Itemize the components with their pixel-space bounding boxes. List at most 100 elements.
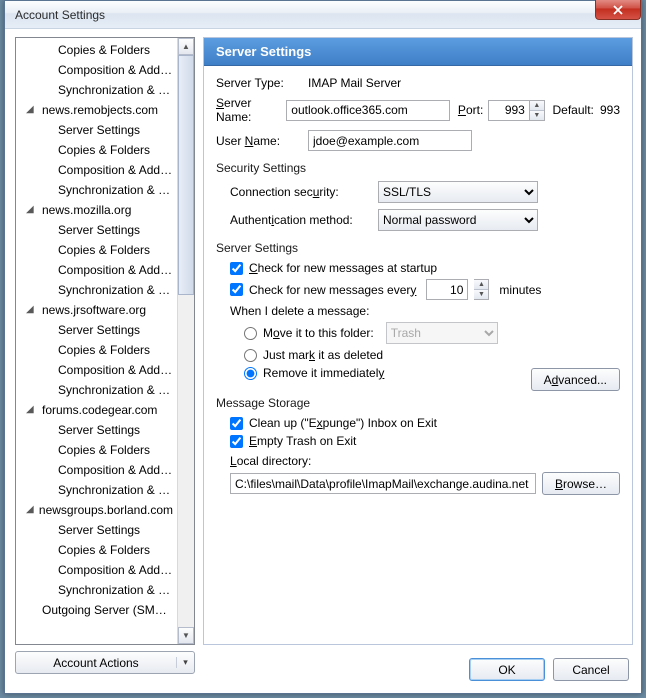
remove-immediately-radio[interactable] <box>244 367 257 380</box>
auth-method-select[interactable]: Normal password <box>378 209 538 231</box>
account-actions-button[interactable]: Account Actions ▾ <box>15 651 195 674</box>
tree-item[interactable]: Composition & Addres... <box>16 560 177 580</box>
tree-item[interactable]: Server Settings <box>16 120 177 140</box>
expunge-checkbox[interactable] <box>230 417 243 430</box>
just-mark-label: Just mark it as deleted <box>263 348 383 362</box>
content-area: Copies & FoldersComposition & Addres...S… <box>5 29 641 693</box>
port-input[interactable] <box>488 100 530 121</box>
tree-item-label: news.mozilla.org <box>42 200 131 220</box>
tree-item[interactable]: Copies & Folders <box>16 40 177 60</box>
tree-item[interactable]: Synchronization & Stor... <box>16 580 177 600</box>
tree-item[interactable]: Copies & Folders <box>16 540 177 560</box>
tree-account-item[interactable]: ◢news.mozilla.org <box>16 200 177 220</box>
tree-item[interactable]: Composition & Addres... <box>16 260 177 280</box>
chevron-down-icon: ▾ <box>176 657 194 668</box>
tree-item-label: news.jrsoftware.org <box>42 300 146 320</box>
accounts-tree[interactable]: Copies & FoldersComposition & Addres...S… <box>16 38 177 644</box>
default-port-value: 993 <box>600 103 620 117</box>
tree-item[interactable]: Synchronization & Stor... <box>16 480 177 500</box>
empty-trash-label: Empty Trash on Exit <box>249 434 356 448</box>
user-name-label: User Name: <box>216 134 308 148</box>
panel-header: Server Settings <box>204 38 632 66</box>
tree-item[interactable]: Composition & Addres... <box>16 460 177 480</box>
when-delete-label: When I delete a message: <box>230 304 620 318</box>
tree-item[interactable]: Synchronization & Stor... <box>16 380 177 400</box>
default-port-label: Default: <box>553 103 594 117</box>
auth-method-label: Authentication method: <box>230 213 378 227</box>
tree-item[interactable]: Copies & Folders <box>16 140 177 160</box>
user-name-input[interactable] <box>308 130 472 151</box>
check-startup-label: Check for new messages at startup <box>249 261 437 275</box>
check-every-label-a: Check for new messages every <box>249 283 416 297</box>
server-settings-panel: Server Settings Server Type: IMAP Mail S… <box>203 37 633 645</box>
local-directory-input[interactable] <box>230 473 536 494</box>
tree-account-item[interactable]: ◢news.jrsoftware.org <box>16 300 177 320</box>
dialog-footer: OK Cancel <box>469 658 629 681</box>
connection-security-label: Connection security: <box>230 185 378 199</box>
tree-item[interactable]: Copies & Folders <box>16 440 177 460</box>
move-to-label: Move it to this folder: <box>263 326 374 340</box>
check-every-label-b: minutes <box>499 283 541 297</box>
chevron-down-icon: ◢ <box>26 300 37 320</box>
local-directory-label: Local directory: <box>230 454 620 468</box>
tree-item[interactable]: Server Settings <box>16 220 177 240</box>
empty-trash-checkbox[interactable] <box>230 435 243 448</box>
tree-account-item[interactable]: ◢forums.codegear.com <box>16 400 177 420</box>
close-icon <box>613 5 623 15</box>
settings-window: Account Settings Copies & FoldersComposi… <box>4 0 642 694</box>
tree-item[interactable]: Outgoing Server (SMTP) <box>16 600 177 620</box>
titlebar: Account Settings <box>5 1 641 29</box>
move-to-radio[interactable] <box>244 327 257 340</box>
cancel-button[interactable]: Cancel <box>553 658 629 681</box>
tree-item-label: forums.codegear.com <box>42 400 157 420</box>
advanced-button[interactable]: Advanced... <box>531 368 620 391</box>
check-every-checkbox[interactable] <box>230 283 243 296</box>
tree-scrollbar[interactable]: ▲ ▼ <box>177 38 194 644</box>
tree-item[interactable]: Copies & Folders <box>16 240 177 260</box>
port-label: Port: <box>458 103 483 117</box>
scroll-down-button[interactable]: ▼ <box>178 627 194 644</box>
just-mark-radio[interactable] <box>244 349 257 362</box>
tree-item[interactable]: Server Settings <box>16 520 177 540</box>
tree-item[interactable]: Server Settings <box>16 420 177 440</box>
tree-item-label: newsgroups.borland.com <box>39 500 173 520</box>
chevron-down-icon: ◢ <box>26 200 37 220</box>
accounts-tree-container: Copies & FoldersComposition & Addres...S… <box>15 37 195 645</box>
chevron-down-icon: ◢ <box>26 400 37 420</box>
tree-item[interactable]: Server Settings <box>16 320 177 340</box>
tree-account-item[interactable]: ◢newsgroups.borland.com <box>16 500 177 520</box>
tree-item[interactable]: Synchronization & Stor... <box>16 180 177 200</box>
account-actions-label: Account Actions <box>16 656 176 670</box>
ok-button[interactable]: OK <box>469 658 545 681</box>
security-settings-heading: Security Settings <box>216 161 620 175</box>
connection-security-select[interactable]: SSL/TLS <box>378 181 538 203</box>
port-spinner[interactable]: ▲▼ <box>530 100 545 121</box>
tree-item[interactable]: Composition & Addres... <box>16 360 177 380</box>
tree-item[interactable]: Composition & Addres... <box>16 160 177 180</box>
tree-item[interactable]: Synchronization & Stor... <box>16 80 177 100</box>
tree-account-item[interactable]: ◢news.remobjects.com <box>16 100 177 120</box>
trash-folder-select: Trash <box>386 322 498 344</box>
tree-item[interactable]: Composition & Addres... <box>16 60 177 80</box>
server-type-label: Server Type: <box>216 76 308 90</box>
close-button[interactable] <box>595 0 641 20</box>
server-name-label: Server Name: <box>216 96 286 124</box>
tree-item[interactable]: Copies & Folders <box>16 340 177 360</box>
check-every-input[interactable] <box>426 279 468 300</box>
window-title: Account Settings <box>15 8 105 22</box>
scroll-thumb[interactable] <box>178 55 194 295</box>
server-type-value: IMAP Mail Server <box>308 76 401 90</box>
server-name-input[interactable] <box>286 100 450 121</box>
remove-immediately-label: Remove it immediately <box>263 366 384 380</box>
expunge-label: Clean up ("Expunge") Inbox on Exit <box>249 416 437 430</box>
browse-button[interactable]: Browse… <box>542 472 620 495</box>
chevron-down-icon: ◢ <box>26 500 34 520</box>
tree-item-label: news.remobjects.com <box>42 100 158 120</box>
panel-body: Server Type: IMAP Mail Server Server Nam… <box>204 66 632 505</box>
check-every-spinner[interactable]: ▲▼ <box>474 279 489 300</box>
tree-item[interactable]: Synchronization & Stor... <box>16 280 177 300</box>
scroll-up-button[interactable]: ▲ <box>178 38 194 55</box>
check-startup-checkbox[interactable] <box>230 262 243 275</box>
message-storage-heading: Message Storage <box>216 396 620 410</box>
chevron-down-icon: ◢ <box>26 100 37 120</box>
